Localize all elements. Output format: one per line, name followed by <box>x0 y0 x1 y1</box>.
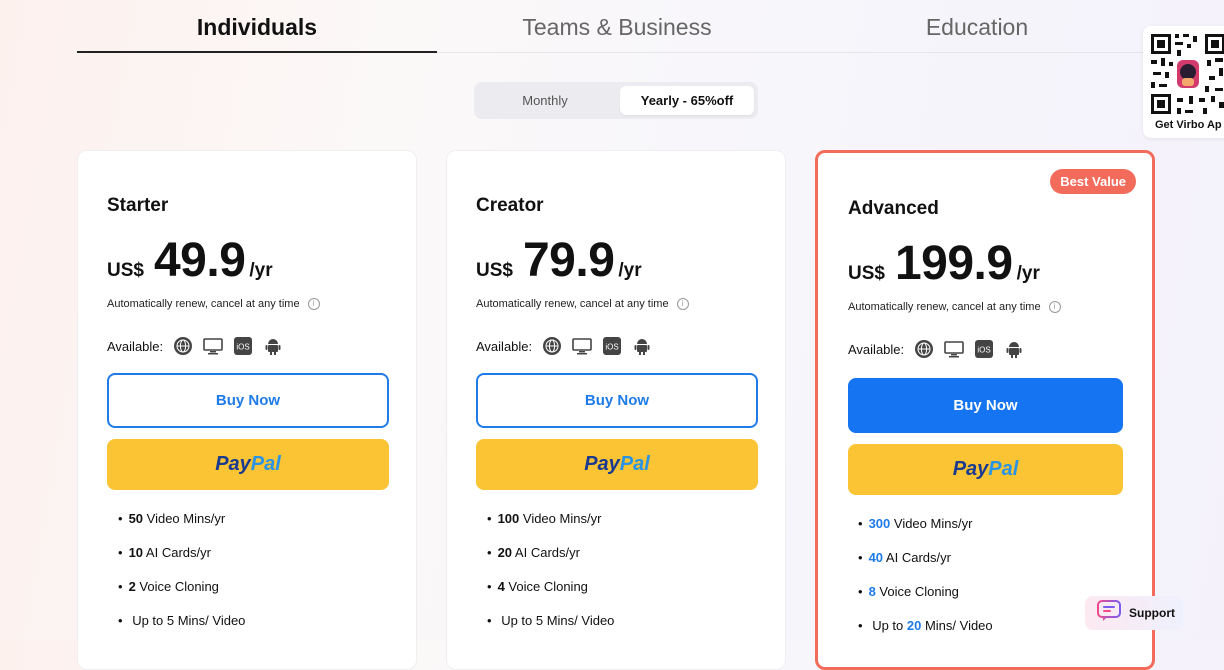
support-button[interactable]: Support <box>1085 596 1183 630</box>
price-period: /yr <box>249 260 273 281</box>
info-icon[interactable]: i <box>676 298 689 310</box>
plan-card-creator: Creator US$ 79.9/yr Automatically renew, … <box>446 150 786 670</box>
tab-education[interactable]: Education <box>797 14 1157 41</box>
price-period: /yr <box>618 260 642 281</box>
info-icon[interactable]: i <box>1048 301 1061 313</box>
renew-note: Automatically renew, cancel at any time i <box>476 298 689 310</box>
price-period: /yr <box>1016 263 1040 284</box>
desktop-icon <box>203 336 223 356</box>
feature-list: • 50 Video Mins/yr • 10 AI Cards/yr • 2 Voi… <box>118 511 245 647</box>
plan-card-advanced: Best Value Advanced US$ 199.9/yr Automati… <box>815 150 1155 670</box>
qr-caption: Get Virbo Ap <box>1155 119 1222 131</box>
buy-now-button[interactable]: Buy Now <box>848 378 1123 433</box>
ios-icon: iOS <box>602 336 622 356</box>
chat-support-icon <box>1097 599 1121 627</box>
buy-now-button[interactable]: Buy Now <box>107 373 389 428</box>
support-label: Support <box>1129 606 1175 620</box>
available-label: Available: <box>107 338 164 354</box>
desktop-icon <box>572 336 592 356</box>
desktop-icon <box>944 339 964 359</box>
feature-item: • Up to 20 Mins/ Video <box>858 618 993 633</box>
active-tab-underline <box>77 51 437 53</box>
plan-card-starter: Starter US$ 49.9/yr Automatically renew, … <box>77 150 417 670</box>
ios-icon: iOS <box>974 339 994 359</box>
platform-availability: Available: iOS <box>107 336 293 356</box>
svg-text:iOS: iOS <box>236 343 249 352</box>
paypal-logo-pay: Pay <box>584 453 620 475</box>
available-label: Available: <box>848 341 905 357</box>
price-currency: US$ <box>476 260 513 281</box>
plan-price: US$ 49.9/yr <box>107 233 273 288</box>
svg-text:iOS: iOS <box>605 343 618 352</box>
android-icon <box>263 336 283 356</box>
paypal-logo-pay: Pay <box>215 453 251 475</box>
svg-text:iOS: iOS <box>977 346 990 355</box>
tab-individuals[interactable]: Individuals <box>77 14 437 41</box>
renew-text: Automatically renew, cancel at any time <box>107 298 300 310</box>
paypal-button[interactable]: PayPal <box>848 444 1123 495</box>
feature-item: • 50 Video Mins/yr <box>118 511 226 526</box>
android-icon <box>1004 339 1024 359</box>
renew-text: Automatically renew, cancel at any time <box>476 298 669 310</box>
feature-item: • 2 Voice Cloning <box>118 579 219 594</box>
price-amount: 199.9 <box>894 237 1013 290</box>
renew-text: Automatically renew, cancel at any time <box>848 301 1041 313</box>
plan-name: Creator <box>476 195 544 216</box>
price-currency: US$ <box>848 263 885 284</box>
billing-period-toggle: Monthly Yearly - 65%off <box>474 82 758 119</box>
price-amount: 79.9 <box>522 234 615 287</box>
feature-item: • 40 AI Cards/yr <box>858 550 951 565</box>
billing-yearly-option[interactable]: Yearly - 65%off <box>620 86 754 115</box>
platform-availability: Available: iOS <box>848 339 1034 359</box>
best-value-badge: Best Value <box>1050 169 1136 194</box>
renew-note: Automatically renew, cancel at any time i <box>848 301 1061 313</box>
plan-category-tabs: Individuals Teams & Business Education <box>77 0 1157 54</box>
android-icon <box>632 336 652 356</box>
feature-item: • 10 AI Cards/yr <box>118 545 211 560</box>
feature-item: • 100 Video Mins/yr <box>487 511 602 526</box>
paypal-button[interactable]: PayPal <box>476 439 758 490</box>
feature-item: • 300 Video Mins/yr <box>858 516 973 531</box>
ios-icon: iOS <box>233 336 253 356</box>
plan-name: Starter <box>107 195 169 216</box>
globe-icon <box>173 336 193 356</box>
paypal-logo-pay: Pay <box>952 458 989 480</box>
globe-icon <box>542 336 562 356</box>
paypal-logo-pal: Pal <box>619 453 650 475</box>
feature-item: • Up to 5 Mins/ Video <box>118 613 246 628</box>
platform-availability: Available: iOS <box>476 336 662 356</box>
app-download-qr-panel[interactable]: Get Virbo Ap <box>1143 26 1224 138</box>
plan-price: US$ 79.9/yr <box>476 233 642 288</box>
paypal-button[interactable]: PayPal <box>107 439 389 490</box>
paypal-logo-pal: Pal <box>988 458 1019 480</box>
feature-item: • 4 Voice Cloning <box>487 579 588 594</box>
feature-list: • 100 Video Mins/yr • 20 AI Cards/yr • 4 Vo… <box>487 511 614 647</box>
available-label: Available: <box>476 338 533 354</box>
feature-item: • 8 Voice Cloning <box>858 584 959 599</box>
globe-icon <box>914 339 934 359</box>
qr-code-icon <box>1149 32 1224 116</box>
feature-item: • Up to 5 Mins/ Video <box>487 613 615 628</box>
billing-monthly-option[interactable]: Monthly <box>480 86 610 115</box>
price-amount: 49.9 <box>153 234 246 287</box>
renew-note: Automatically renew, cancel at any time i <box>107 298 320 310</box>
paypal-logo-pal: Pal <box>250 453 281 475</box>
tab-teams-business[interactable]: Teams & Business <box>437 14 797 41</box>
plan-price: US$ 199.9/yr <box>848 236 1040 291</box>
info-icon[interactable]: i <box>307 298 320 310</box>
plan-name: Advanced <box>848 198 939 219</box>
price-currency: US$ <box>107 260 144 281</box>
feature-list: • 300 Video Mins/yr • 40 AI Cards/yr • 8 Vo… <box>858 516 993 652</box>
feature-item: • 20 AI Cards/yr <box>487 545 580 560</box>
buy-now-button[interactable]: Buy Now <box>476 373 758 428</box>
